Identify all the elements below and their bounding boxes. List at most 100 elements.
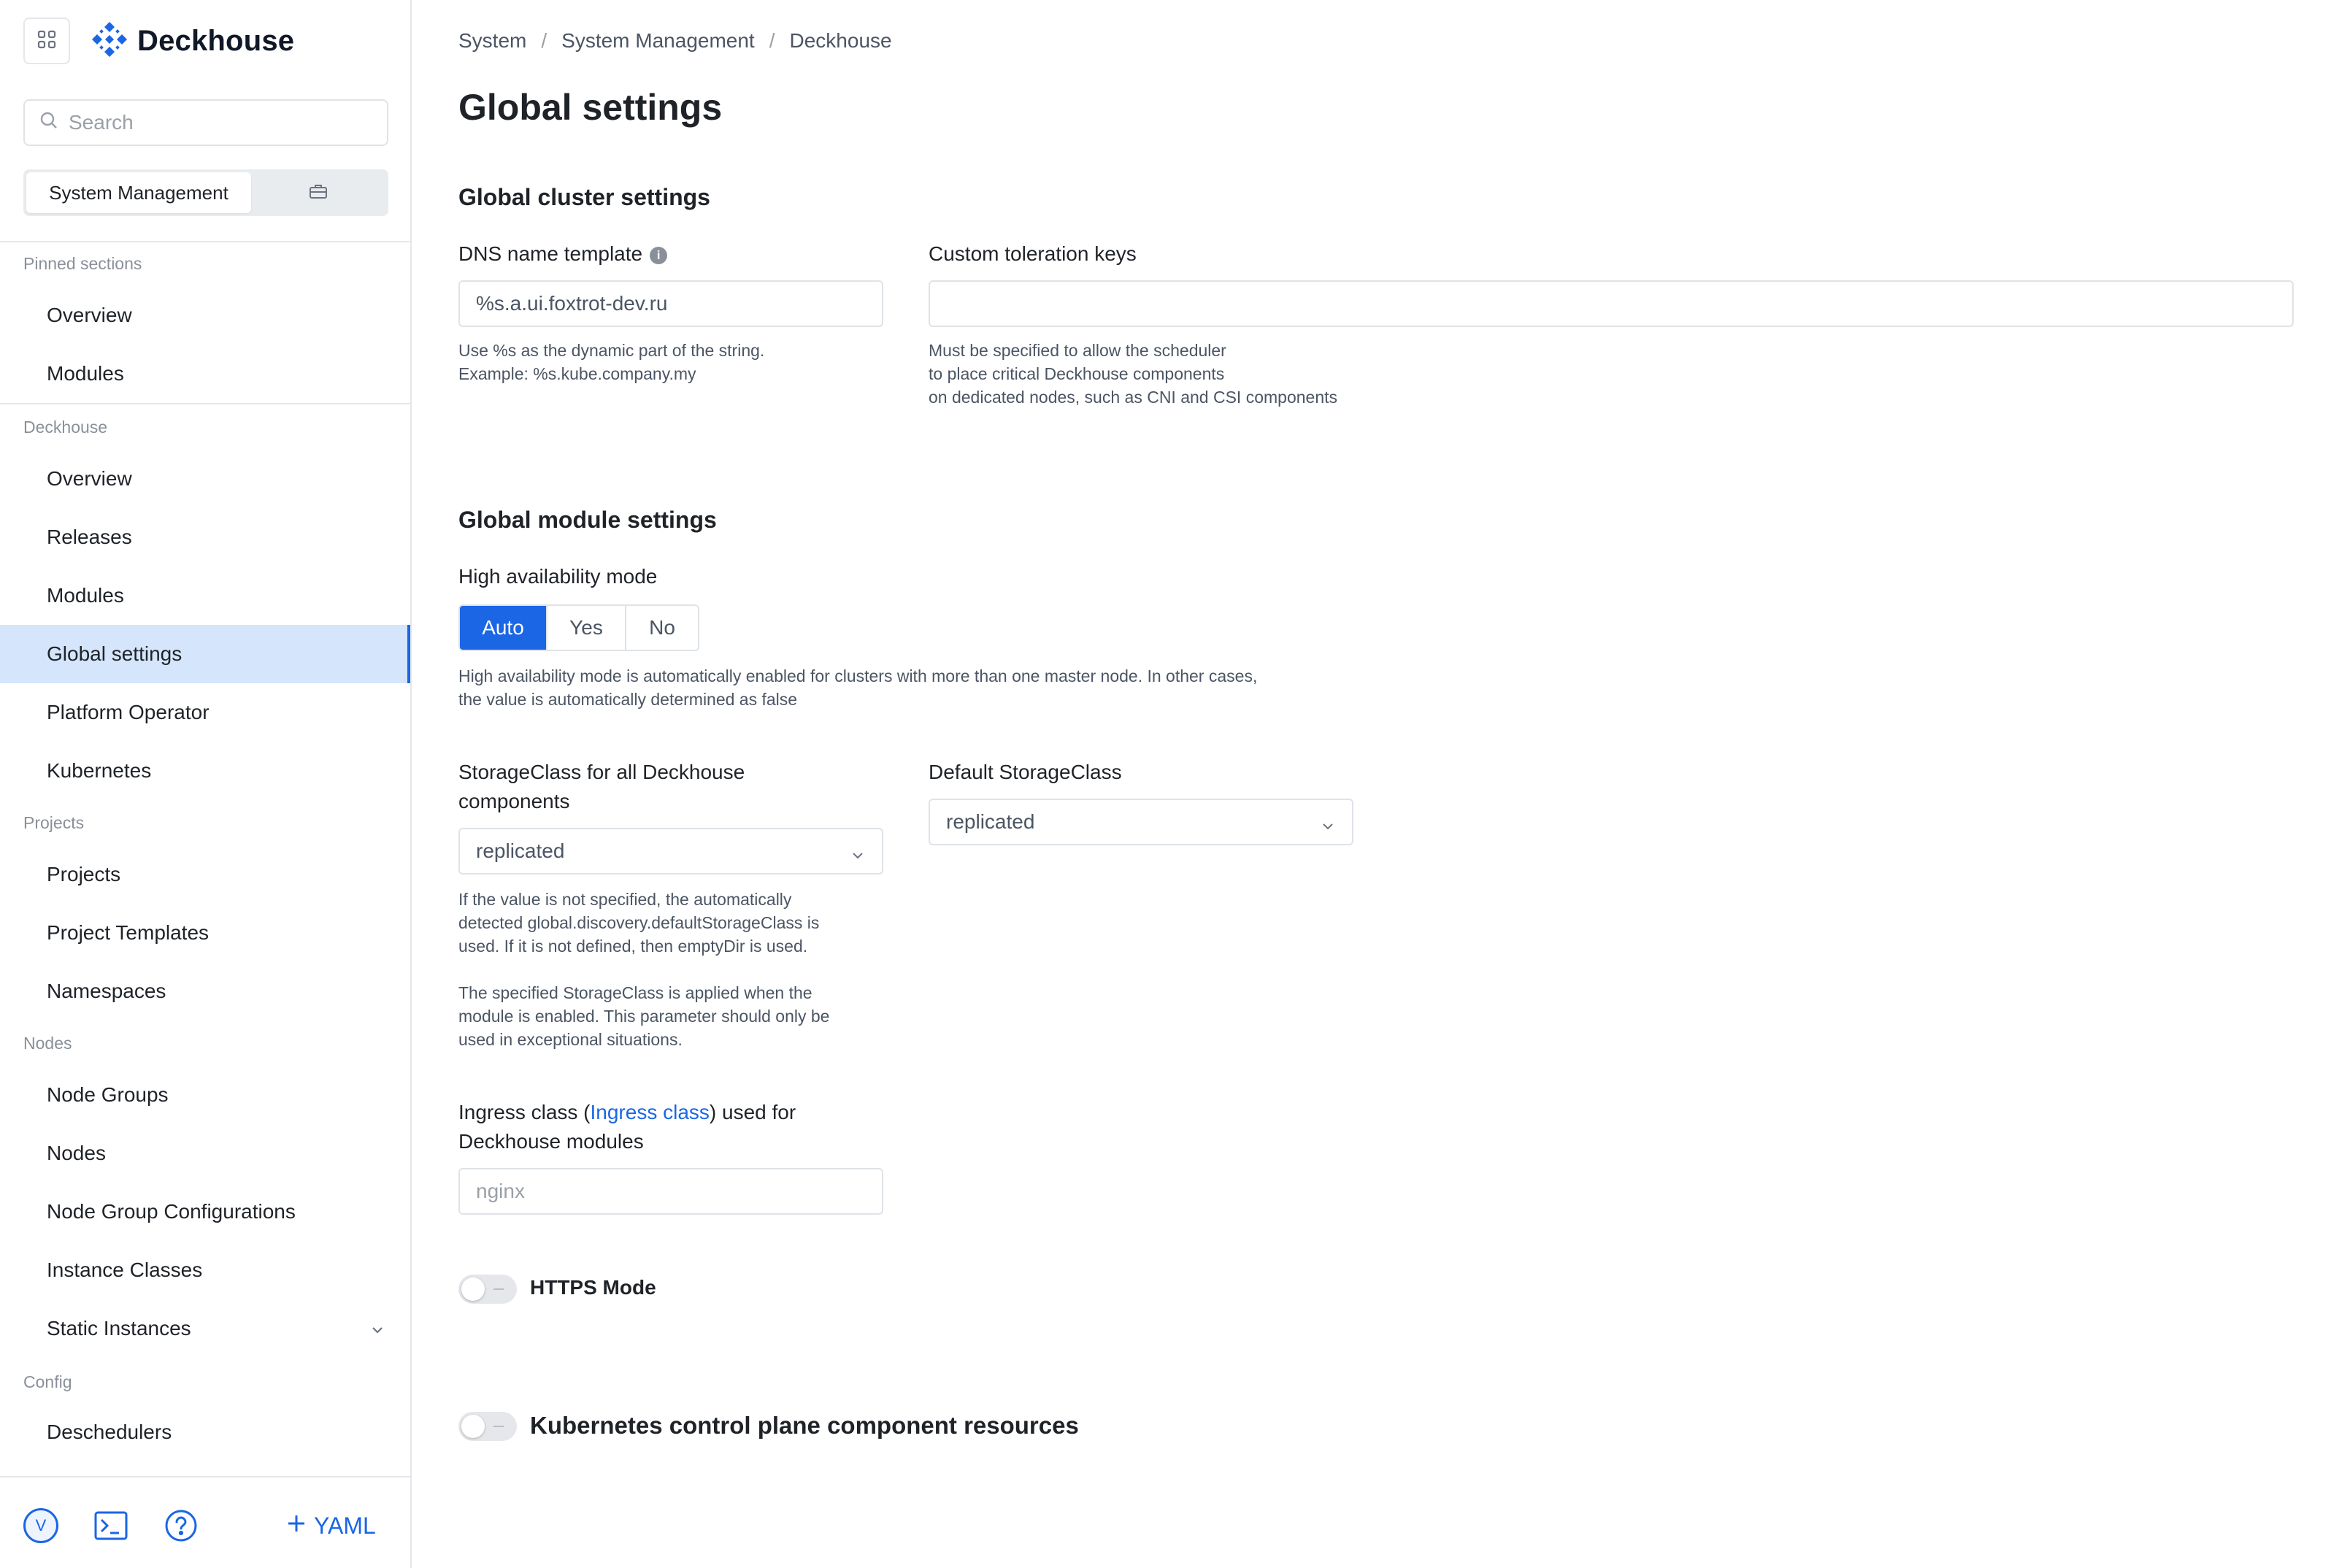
ingress-class-input[interactable]: nginx [458, 1168, 883, 1215]
toleration-keys-input[interactable] [929, 280, 2294, 327]
sidebar-item-project-templates[interactable]: Project Templates [0, 904, 410, 962]
ha-mode-auto[interactable]: Auto [460, 606, 548, 650]
chevron-down-icon [850, 845, 866, 869]
label-line: Deckhouse modules [458, 1130, 644, 1153]
sidebar-item-label: Node Group Configurations [47, 1200, 296, 1223]
app-grid-button[interactable] [23, 18, 70, 64]
help-line: If the value is not specified, the autom… [458, 890, 792, 909]
sidebar-item-label: Instance Classes [47, 1258, 203, 1281]
sidebar-item-label: Projects [47, 863, 121, 885]
help-line: The specified StorageClass is applied wh… [458, 983, 812, 1002]
mode-switch: System Management [23, 169, 388, 216]
sidebar-item-label: Overview [47, 467, 132, 490]
sidebar-item-label: Overview [47, 304, 132, 326]
toleration-keys-help: Must be specified to allow the scheduler… [929, 339, 1586, 409]
sidebar-item-deschedulers[interactable]: Deschedulers [0, 1403, 410, 1461]
breadcrumb-system[interactable]: System [458, 29, 526, 53]
sidebar-item-label: Global settings [47, 642, 182, 665]
label-text: Ingress class ( [458, 1101, 591, 1123]
toleration-keys-label: Custom toleration keys [929, 242, 1137, 265]
breadcrumb-system-management[interactable]: System Management [561, 29, 755, 53]
help-line: to place critical Deckhouse components [929, 364, 1225, 383]
sidebar-section-nodes: Nodes [23, 1034, 72, 1053]
https-mode-label: HTTPS Mode [530, 1276, 656, 1299]
sidebar-item-releases[interactable]: Releases [0, 508, 410, 566]
terminal-icon[interactable] [92, 1507, 130, 1545]
sidebar-item-namespaces[interactable]: Namespaces [0, 962, 410, 1021]
sidebar-item-label: Nodes [47, 1142, 106, 1164]
default-storageclass-value: replicated [946, 810, 1035, 833]
label-text: ) used for [709, 1101, 796, 1123]
sidebar-item-modules[interactable]: Modules [0, 566, 410, 625]
toggle-off-indicator [493, 1288, 504, 1290]
sidebar-item-label: Releases [47, 526, 132, 548]
sidebar-divider [0, 241, 410, 242]
sidebar-item-overview[interactable]: Overview [0, 450, 410, 508]
toggle-knob [461, 1277, 485, 1301]
sidebar-section-deckhouse: Deckhouse [23, 418, 108, 437]
sidebar-item-static-instances[interactable]: Static Instances [0, 1299, 410, 1358]
default-storageclass-select[interactable]: replicated [929, 799, 1353, 845]
chevron-down-icon [1320, 816, 1336, 839]
sidebar-item-pinned-modules[interactable]: Modules [0, 345, 410, 403]
ha-mode-segmented: Auto Yes No [458, 604, 699, 651]
help-line: High availability mode is automatically … [458, 666, 1258, 685]
search-icon [39, 111, 58, 135]
k8s-control-plane-label: Kubernetes control plane component resou… [530, 1412, 1079, 1439]
help-line: used in exceptional situations. [458, 1030, 683, 1049]
storageclass-value: replicated [476, 839, 565, 862]
ha-mode-label: High availability mode [458, 565, 658, 588]
deckhouse-logo-icon [91, 20, 128, 62]
label-line: components [458, 790, 570, 812]
breadcrumb-separator: / [769, 29, 775, 52]
breadcrumb: System / System Management / Deckhouse [458, 29, 892, 53]
sidebar-divider [0, 403, 410, 404]
sidebar-item-node-group-configurations[interactable]: Node Group Configurations [0, 1183, 410, 1241]
https-mode-toggle[interactable] [458, 1275, 517, 1304]
sidebar-item-pinned-overview[interactable]: Overview [0, 286, 410, 345]
sidebar-item-label: Static Instances [47, 1317, 191, 1340]
sidebar-item-global-settings[interactable]: Global settings [0, 625, 410, 683]
sidebar-item-node-groups[interactable]: Node Groups [0, 1066, 410, 1124]
label-line: StorageClass for all Deckhouse [458, 761, 745, 783]
sidebar-item-nodes[interactable]: Nodes [0, 1124, 410, 1183]
storageclass-label: StorageClass for all Deckhouse component… [458, 758, 883, 816]
ingress-class-link[interactable]: Ingress class [591, 1101, 710, 1123]
logo[interactable]: Deckhouse [91, 19, 294, 63]
dns-template-help: Use %s as the dynamic part of the string… [458, 339, 896, 385]
page-title: Global settings [458, 87, 723, 128]
default-storageclass-label: Default StorageClass [929, 761, 1122, 783]
avatar[interactable]: V [23, 1508, 58, 1543]
sidebar-divider [0, 1476, 410, 1477]
sidebar-section-config: Config [23, 1372, 72, 1391]
search-input[interactable] [69, 111, 361, 134]
chevron-down-icon[interactable] [369, 1320, 385, 1343]
sidebar-search[interactable] [23, 99, 388, 146]
sidebar: Deckhouse System Management Pinned secti… [0, 0, 412, 1568]
sidebar-item-instance-classes[interactable]: Instance Classes [0, 1241, 410, 1299]
breadcrumb-deckhouse[interactable]: Deckhouse [790, 29, 892, 53]
help-line: detected global.discovery.defaultStorage… [458, 913, 820, 932]
sidebar-item-platform-operator[interactable]: Platform Operator [0, 683, 410, 742]
sidebar-section-pinned: Pinned sections [23, 254, 142, 273]
k8s-control-plane-toggle[interactable] [458, 1412, 517, 1441]
add-yaml-button[interactable]: YAML [286, 1507, 376, 1545]
logo-text: Deckhouse [137, 24, 295, 57]
sidebar-item-kubernetes[interactable]: Kubernetes [0, 742, 410, 800]
sidebar-item-label: Project Templates [47, 921, 210, 944]
dns-template-input[interactable]: %s.a.ui.foxtrot-dev.ru [458, 280, 883, 327]
help-line: Example: %s.kube.company.my [458, 364, 696, 383]
ha-mode-yes[interactable]: Yes [548, 606, 626, 650]
sidebar-item-projects[interactable]: Projects [0, 845, 410, 904]
add-yaml-label: YAML [314, 1512, 376, 1539]
mode-projects[interactable] [251, 172, 385, 213]
storageclass-select[interactable]: replicated [458, 828, 883, 875]
mode-system-management[interactable]: System Management [26, 172, 251, 213]
help-spacer [458, 958, 896, 981]
ha-mode-no[interactable]: No [626, 606, 698, 650]
info-icon[interactable]: i [650, 246, 668, 264]
sidebar-item-label: Modules [47, 584, 124, 607]
sidebar-item-label: Kubernetes [47, 759, 152, 782]
help-icon[interactable] [162, 1507, 200, 1545]
sidebar-item-label: Node Groups [47, 1083, 169, 1106]
